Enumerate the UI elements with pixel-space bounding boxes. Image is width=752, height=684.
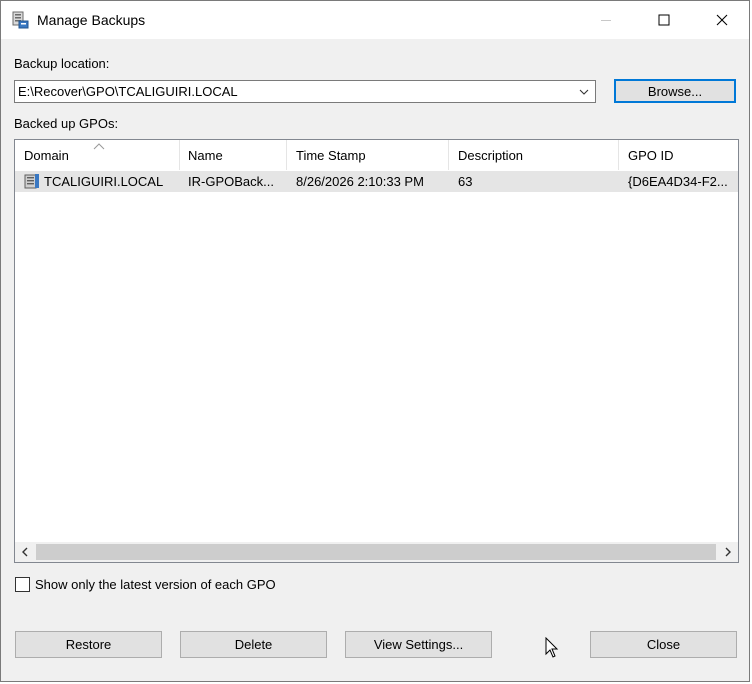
column-header-time-stamp[interactable]: Time Stamp	[287, 140, 449, 170]
column-header-domain[interactable]: Domain	[15, 140, 180, 170]
close-window-button[interactable]	[699, 1, 745, 39]
window-title: Manage Backups	[37, 12, 146, 28]
latest-version-checkbox[interactable]	[15, 577, 30, 592]
cell-description: 63	[458, 174, 473, 189]
title-bar[interactable]: Manage Backups	[1, 1, 749, 39]
chevron-left-icon	[22, 547, 28, 557]
close-button[interactable]: Close	[590, 631, 737, 658]
browse-button[interactable]: Browse...	[614, 79, 736, 103]
backed-up-gpos-list[interactable]: Domain Name Time Stamp Description GPO I…	[14, 139, 739, 563]
list-header: Domain Name Time Stamp Description GPO I…	[15, 140, 738, 170]
close-icon	[716, 14, 728, 26]
horizontal-scrollbar[interactable]	[15, 542, 738, 562]
scroll-left-button[interactable]	[15, 542, 35, 562]
gpo-backup-icon	[24, 173, 40, 190]
manage-backups-window: Manage Backups Backup location: E:\Recov…	[0, 0, 750, 682]
chevron-down-icon[interactable]	[577, 85, 591, 99]
minimize-icon	[601, 20, 611, 21]
cell-time-stamp: 8/26/2026 2:10:33 PM	[296, 174, 424, 189]
backup-location-combobox[interactable]: E:\Recover\GPO\TCALIGUIRI.LOCAL	[14, 80, 596, 103]
restore-button[interactable]: Restore	[15, 631, 162, 658]
mouse-pointer-icon	[545, 636, 559, 659]
cell-name: IR-GPOBack...	[188, 174, 274, 189]
cell-domain: TCALIGUIRI.LOCAL	[44, 174, 164, 189]
backup-location-value: E:\Recover\GPO\TCALIGUIRI.LOCAL	[18, 84, 238, 99]
view-settings-button[interactable]: View Settings...	[345, 631, 492, 658]
maximize-icon	[658, 14, 670, 26]
table-row[interactable]: TCALIGUIRI.LOCAL IR-GPOBack... 8/26/2026…	[15, 171, 738, 192]
cell-gpo-id: {D6EA4D34-F2...	[628, 174, 728, 189]
column-header-gpo-id[interactable]: GPO ID	[619, 140, 738, 170]
scroll-right-button[interactable]	[718, 542, 738, 562]
latest-version-label[interactable]: Show only the latest version of each GPO	[35, 577, 276, 592]
minimize-button[interactable]	[583, 1, 629, 39]
column-header-description[interactable]: Description	[449, 140, 619, 170]
backup-server-icon	[11, 11, 29, 29]
maximize-button[interactable]	[641, 1, 687, 39]
chevron-right-icon	[725, 547, 731, 557]
delete-button[interactable]: Delete	[180, 631, 327, 658]
backup-location-label: Backup location:	[14, 56, 110, 71]
backed-up-gpos-label: Backed up GPOs:	[14, 116, 119, 131]
scroll-thumb[interactable]	[36, 544, 716, 560]
sort-ascending-icon	[93, 143, 105, 150]
column-header-name[interactable]: Name	[179, 140, 287, 170]
